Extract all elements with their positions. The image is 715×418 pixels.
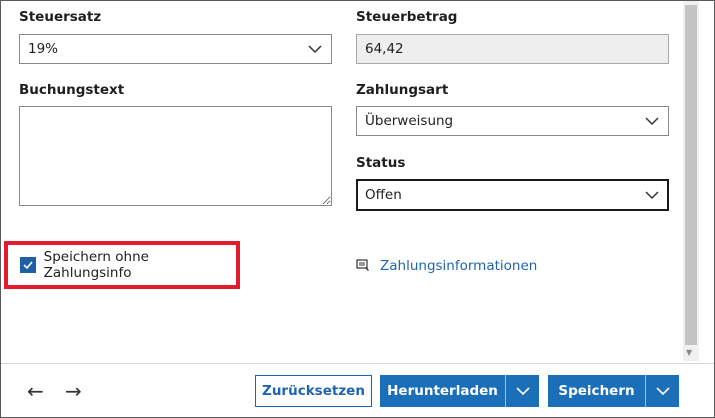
status-label: Status	[356, 155, 406, 171]
chevron-down-icon	[645, 117, 659, 126]
chevron-down-icon	[645, 191, 659, 200]
save-without-payment-info-highlight: Speichern ohne Zahlungsinfo	[4, 241, 240, 289]
zahlungsart-label: Zahlungsart	[356, 82, 449, 98]
chevron-down-icon	[515, 387, 530, 396]
steuersatz-select[interactable]: 19%	[19, 34, 332, 64]
steuerbetrag-label: Steuerbetrag	[356, 9, 458, 25]
steuerbetrag-value: 64,42	[365, 41, 404, 57]
zahlungsart-select[interactable]: Überweisung	[356, 106, 669, 136]
form-panel: Steuersatz 19% Steuerbetrag 64,42 Buchun…	[0, 0, 715, 418]
steuersatz-value: 19%	[28, 41, 59, 57]
back-arrow-icon[interactable]: ←	[27, 379, 44, 403]
checkmark-icon	[23, 261, 33, 269]
zahlungsinformationen-link[interactable]: Zahlungsinformationen	[356, 258, 537, 274]
buchungstext-textarea[interactable]	[19, 106, 332, 206]
download-dropdown-button[interactable]	[506, 375, 539, 407]
save-dropdown-button[interactable]	[646, 375, 679, 407]
buchungstext-label: Buchungstext	[19, 82, 125, 98]
forward-arrow-icon[interactable]: →	[65, 379, 82, 403]
zahlungsart-value: Überweisung	[365, 113, 454, 129]
chevron-down-icon	[308, 45, 322, 54]
save-without-payment-info-label[interactable]: Speichern ohne Zahlungsinfo	[44, 249, 236, 281]
reset-button[interactable]: Zurücksetzen	[255, 375, 372, 407]
scroll-down-arrow-icon[interactable]: ▼	[686, 348, 692, 357]
scrollbar-thumb[interactable]	[685, 5, 697, 345]
save-without-payment-info-checkbox[interactable]	[20, 257, 36, 273]
payment-info-icon	[356, 259, 369, 271]
status-select[interactable]: Offen	[356, 179, 669, 211]
status-value: Offen	[365, 187, 402, 203]
steuersatz-label: Steuersatz	[19, 9, 102, 25]
download-button[interactable]: Herunterladen	[380, 375, 505, 407]
chevron-down-icon	[655, 387, 670, 396]
footer-divider	[1, 363, 714, 364]
steuerbetrag-field: 64,42	[356, 34, 669, 64]
save-button[interactable]: Speichern	[548, 375, 645, 407]
zahlungsinformationen-label: Zahlungsinformationen	[380, 258, 538, 274]
